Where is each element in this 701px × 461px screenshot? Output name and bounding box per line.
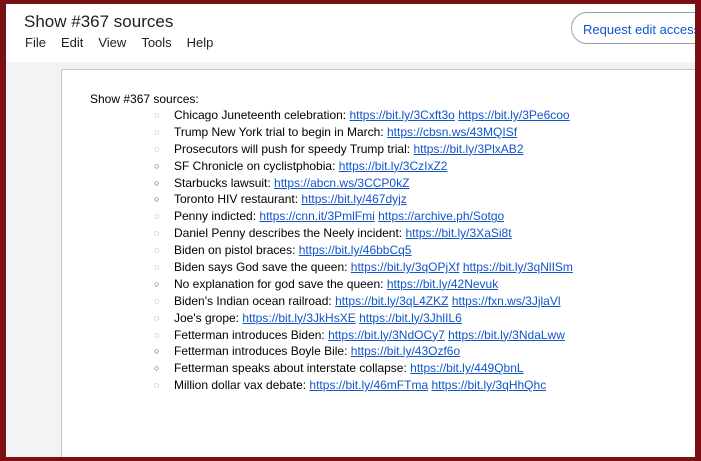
source-link[interactable]: https://abcn.ws/3CCP0kZ <box>274 176 409 190</box>
app-window: Show #367 sources File Edit View Tools H… <box>6 4 695 457</box>
source-link[interactable]: https://bit.ly/3PlxAB2 <box>413 142 523 156</box>
source-link[interactable]: https://bit.ly/3NdaLww <box>448 328 565 342</box>
list-item: ○ Fetterman introduces Boyle Bile: https:… <box>154 343 573 360</box>
source-link[interactable]: https://bit.ly/3qOPjXf <box>351 260 460 274</box>
list-item: ○ Starbucks lawsuit: https://abcn.ws/3CCP… <box>154 175 573 192</box>
source-label: Prosecutors will push for speedy Trump t… <box>174 141 411 156</box>
source-label: Joe's grope: <box>174 310 239 325</box>
source-label: Fetterman speaks about interstate collap… <box>174 361 407 376</box>
source-label: Biden on pistol braces: <box>174 243 296 258</box>
source-label: Penny indicted: <box>174 209 257 224</box>
source-link[interactable]: https://bit.ly/42Nevuk <box>387 277 498 291</box>
bullet-icon: ◌ <box>154 312 160 323</box>
source-label: Trump New York trial to begin in March: <box>174 124 384 139</box>
source-link[interactable]: https://bit.ly/3qL4ZKZ <box>335 294 448 308</box>
source-label: Biden says God save the queen: <box>174 260 348 275</box>
bullet-icon: ○ <box>154 177 160 188</box>
source-link[interactable]: https://bit.ly/43Ozf6o <box>351 344 460 358</box>
menu-bar: File Edit View Tools Help <box>25 35 228 50</box>
bullet-icon: ◌ <box>154 110 160 120</box>
source-label: Biden's Indian ocean railroad: <box>174 293 332 308</box>
source-label: Fetterman introduces Biden: <box>174 327 325 342</box>
menu-tools[interactable]: Tools <box>141 35 171 50</box>
source-label: Starbucks lawsuit: <box>174 175 271 190</box>
bullet-icon: ◌ <box>154 126 160 137</box>
bullet-icon: ◌ <box>154 143 160 154</box>
list-item: ◌ Fetterman introduces Biden: https://bit… <box>154 327 573 344</box>
source-link[interactable]: https://cbsn.ws/43MQISf <box>387 125 517 139</box>
list-item: ○ Toronto HIV restaurant: https://bit.ly/… <box>154 191 573 208</box>
list-item: ◌ Daniel Penny describes the Neely incide… <box>154 225 573 242</box>
menu-file[interactable]: File <box>25 35 46 50</box>
list-item: ◌ Biden says God save the queen: https://… <box>154 259 573 276</box>
source-label: SF Chronicle on cyclistphobia: <box>174 158 336 173</box>
source-label: Toronto HIV restaurant: <box>174 192 299 207</box>
sources-heading: Show #367 sources: <box>90 92 199 106</box>
list-item: ○ No explanation for god save the queen: … <box>154 276 573 293</box>
bullet-icon: ◌ <box>154 262 160 273</box>
document-title: Show #367 sources <box>24 12 174 31</box>
source-link[interactable]: https://bit.ly/46mFTma <box>309 378 428 392</box>
bullet-icon: ◌ <box>154 245 160 256</box>
list-item: ◌ Joe's grope: https://bit.ly/3JkHsXE htt… <box>154 310 573 327</box>
list-item: ◌ Biden on pistol braces: https://bit.ly/… <box>154 242 573 259</box>
source-link[interactable]: https://bit.ly/46bbCq5 <box>299 243 412 257</box>
bullet-icon: ○ <box>154 194 160 205</box>
source-link[interactable]: https://bit.ly/467dyjz <box>301 192 406 206</box>
menu-edit[interactable]: Edit <box>61 35 83 50</box>
source-link[interactable]: https://fxn.ws/3JjlaVl <box>452 294 561 308</box>
bullet-icon: ◌ <box>154 329 160 340</box>
source-link[interactable]: https://bit.ly/3qHhQhc <box>431 378 546 392</box>
bullet-icon: ◌ <box>154 228 160 239</box>
source-link[interactable]: https://bit.ly/3qNlISm <box>463 260 573 274</box>
source-link[interactable]: https://bit.ly/3JhlIL6 <box>359 311 462 325</box>
source-label: Daniel Penny describes the Neely inciden… <box>174 226 403 241</box>
bullet-icon: ○ <box>154 363 160 374</box>
source-link[interactable]: https://bit.ly/3XaSi8t <box>405 226 511 240</box>
source-label: Fetterman introduces Boyle Bile: <box>174 344 348 359</box>
source-link[interactable]: https://bit.ly/3NdOCy7 <box>328 328 445 342</box>
bullet-icon: ○ <box>154 160 160 171</box>
list-item: ◌ Prosecutors will push for speedy Trump … <box>154 141 573 158</box>
bullet-icon: ○ <box>154 346 160 357</box>
list-item: ◌ Million dollar vax debate: https://bit.… <box>154 377 573 394</box>
bullet-icon: ◌ <box>154 295 160 306</box>
sources-list: ◌ Chicago Juneteenth celebration: https:/… <box>154 107 573 394</box>
list-item: ○ SF Chronicle on cyclistphobia: https://… <box>154 158 573 175</box>
source-link[interactable]: https://archive.ph/Sotgo <box>378 209 504 223</box>
menu-view[interactable]: View <box>98 35 126 50</box>
source-link[interactable]: https://bit.ly/449QbnL <box>410 361 523 375</box>
source-link[interactable]: https://bit.ly/3Cxft3o <box>349 108 454 122</box>
source-link[interactable]: https://cnn.it/3PmlFmi <box>259 209 374 223</box>
list-item: ◌ Biden's Indian ocean railroad: https://… <box>154 293 573 310</box>
bullet-icon: ○ <box>154 278 160 289</box>
source-label: Chicago Juneteenth celebration: <box>174 108 347 122</box>
list-item: ◌ Chicago Juneteenth celebration: https:/… <box>154 107 573 124</box>
source-link[interactable]: https://bit.ly/3CzIxZ2 <box>339 159 448 173</box>
bullet-icon: ◌ <box>154 380 160 391</box>
request-edit-access-button[interactable]: Request edit access <box>571 12 695 44</box>
bullet-icon: ◌ <box>154 211 160 222</box>
list-item: ◌ Trump New York trial to begin in March:… <box>154 124 573 141</box>
list-item: ◌ Penny indicted: https://cnn.it/3PmlFmi … <box>154 208 573 225</box>
source-link[interactable]: https://bit.ly/3Pe6coo <box>458 108 569 122</box>
source-label: No explanation for god save the queen: <box>174 276 384 291</box>
source-link[interactable]: https://bit.ly/3JkHsXE <box>242 311 355 325</box>
menu-help[interactable]: Help <box>187 35 214 50</box>
source-label: Million dollar vax debate: <box>174 378 307 393</box>
list-item: ○ Fetterman speaks about interstate colla… <box>154 360 573 377</box>
